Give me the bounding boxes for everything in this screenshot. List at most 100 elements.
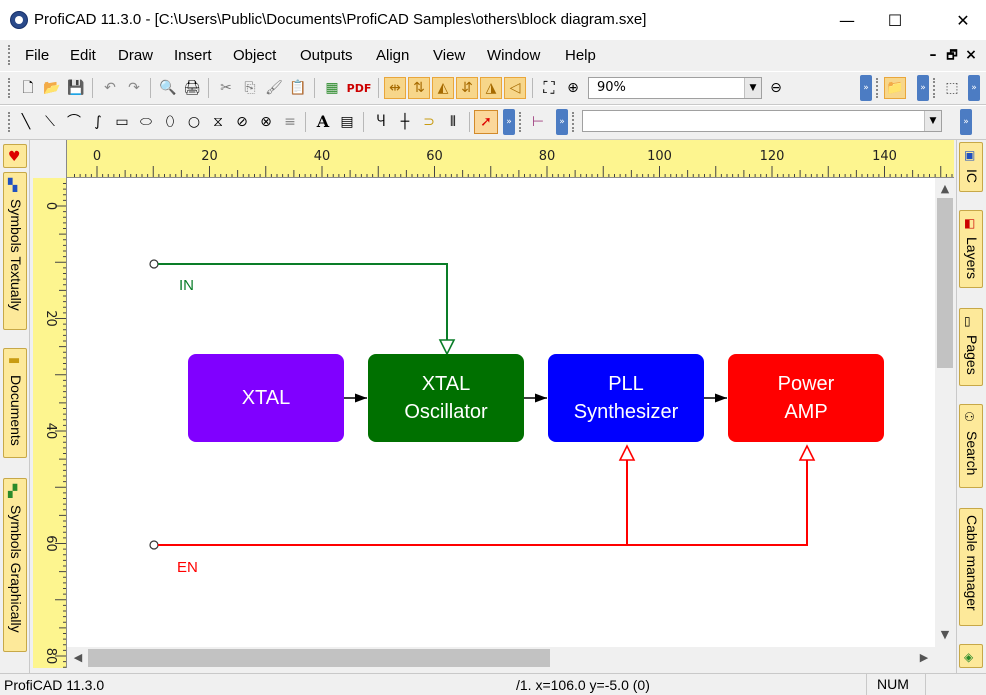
rotate-right-icon[interactable]: ⇵ xyxy=(456,77,478,99)
menu-insert[interactable]: Insert xyxy=(167,40,219,71)
zoom-out-icon[interactable]: ⊖ xyxy=(765,77,787,99)
horizontal-scroll-thumb[interactable] xyxy=(88,649,550,667)
toolbar-grip[interactable] xyxy=(8,78,12,98)
rotate-left-icon[interactable]: ◭ xyxy=(432,77,454,99)
tab-ic[interactable]: ▣ IC xyxy=(959,142,983,192)
close-button[interactable]: ✕ xyxy=(940,0,986,40)
print-icon[interactable]: 🖨 xyxy=(181,77,203,99)
documents-folder-icon[interactable]: 📁 xyxy=(884,77,906,99)
cut-icon[interactable]: ✂ xyxy=(215,77,237,99)
toolbar-grip[interactable] xyxy=(8,112,12,132)
toolbar-options-icon[interactable]: » xyxy=(556,109,568,135)
toolbar-options-icon[interactable]: » xyxy=(860,75,872,101)
drawing-canvas[interactable]: XTAL XTAL Oscillator PLL Synthesizer Pow… xyxy=(67,178,935,647)
minimize-button[interactable]: — xyxy=(824,0,870,40)
print-preview-icon[interactable]: 🔍 xyxy=(157,77,179,99)
toolbar-options-icon[interactable]: » xyxy=(917,75,929,101)
hourglass-tool-icon[interactable]: ⧖ xyxy=(207,111,229,133)
object-combo[interactable]: ▼ xyxy=(582,110,942,132)
zoom-fit-icon[interactable]: ⛶ xyxy=(538,77,560,99)
bus-tool-icon[interactable]: ⦀ xyxy=(442,111,464,133)
block-xtal-oscillator[interactable]: XTAL Oscillator xyxy=(368,354,524,442)
en-wire[interactable] xyxy=(149,444,816,550)
pie-tool-icon[interactable]: ⊘ xyxy=(231,111,253,133)
tab-symbols-graphically[interactable]: ▞ Symbols Graphically xyxy=(3,478,27,652)
en-label[interactable]: EN xyxy=(177,559,198,576)
circle-tool-icon[interactable]: ○ xyxy=(183,111,205,133)
toolbar-options-icon[interactable]: » xyxy=(968,75,980,101)
hatch-tool-icon[interactable]: ≡ xyxy=(279,111,301,133)
tab-search[interactable]: ⚇ Search xyxy=(959,404,983,488)
toolbar-grip[interactable] xyxy=(519,112,523,132)
zoom-combo[interactable]: 90% ▼ xyxy=(588,77,762,99)
mdi-minimize-button[interactable]: – xyxy=(924,44,942,66)
favorites-tab[interactable]: ♥ xyxy=(3,144,27,168)
menu-draw[interactable]: Draw xyxy=(111,40,160,71)
in-wire[interactable] xyxy=(149,259,456,356)
menu-file[interactable]: File xyxy=(18,40,56,71)
menu-window[interactable]: Window xyxy=(480,40,547,71)
tab-pages[interactable]: ▯ Pages xyxy=(959,308,983,386)
new-file-icon[interactable]: 🗋 xyxy=(17,77,39,99)
menu-outputs[interactable]: Outputs xyxy=(293,40,360,71)
dimension-tool-icon[interactable]: ⊢ xyxy=(527,111,549,133)
menu-object[interactable]: Object xyxy=(226,40,283,71)
toolbar-options-icon[interactable]: » xyxy=(960,109,972,135)
menu-help[interactable]: Help xyxy=(558,40,603,71)
format-painter-icon[interactable]: 🖌 xyxy=(263,77,285,99)
save-icon[interactable]: 💾 xyxy=(65,77,87,99)
menu-grip[interactable] xyxy=(8,45,12,65)
scroll-right-icon[interactable]: ▶ xyxy=(915,649,933,667)
toolbar-grip[interactable] xyxy=(572,112,576,132)
select-pointer-icon[interactable]: ➚ xyxy=(474,110,498,134)
rounded-rect-tool-icon[interactable]: ⬭ xyxy=(135,111,157,133)
flip-horizontal-icon[interactable]: ⇹ xyxy=(384,77,406,99)
chevron-down-icon[interactable]: ▼ xyxy=(744,78,761,98)
extra-tab[interactable]: ◈ xyxy=(959,644,983,668)
polyline-tool-icon[interactable]: ⟍ xyxy=(39,111,61,133)
mirror-left-icon[interactable]: ◁ xyxy=(504,77,526,99)
mdi-restore-button[interactable]: 🗗 xyxy=(943,44,961,66)
in-label[interactable]: IN xyxy=(179,277,194,294)
app-icon[interactable] xyxy=(10,11,28,29)
scroll-left-icon[interactable]: ◀ xyxy=(69,649,87,667)
tab-symbols-textually[interactable]: ▚ Symbols Textually xyxy=(3,172,27,330)
text-tool-icon[interactable]: A xyxy=(312,111,334,133)
chord-tool-icon[interactable]: ⊗ xyxy=(255,111,277,133)
maximize-button[interactable]: ☐ xyxy=(872,0,918,40)
redo-icon[interactable]: ↷ xyxy=(123,77,145,99)
undo-icon[interactable]: ↶ xyxy=(99,77,121,99)
toolbar-grip[interactable] xyxy=(876,78,880,98)
tab-documents[interactable]: ▬ Documents xyxy=(3,348,27,458)
scroll-up-icon[interactable]: ▲ xyxy=(936,180,954,198)
block-power-amp[interactable]: Power AMP xyxy=(728,354,884,442)
line-tool-icon[interactable]: ╲ xyxy=(15,111,37,133)
ellipse-tool-icon[interactable]: ⬯ xyxy=(159,111,181,133)
zoom-in-icon[interactable]: ⊕ xyxy=(562,77,584,99)
menu-edit[interactable]: Edit xyxy=(63,40,103,71)
mirror-up-icon[interactable]: ◮ xyxy=(480,77,502,99)
copy-icon[interactable]: ⎘ xyxy=(239,77,261,99)
toolbar-options-icon[interactable]: » xyxy=(503,109,515,135)
arc-tool-icon[interactable]: ⌒ xyxy=(63,111,85,133)
menu-view[interactable]: View xyxy=(426,40,472,71)
frame-tool-icon[interactable]: ⬚ xyxy=(941,77,963,99)
rectangle-tool-icon[interactable]: ▭ xyxy=(111,111,133,133)
toolbar-grip[interactable] xyxy=(933,78,937,98)
junction-tool-icon[interactable]: ┼ xyxy=(394,111,416,133)
tab-cable-manager[interactable]: Cable manager xyxy=(959,508,983,626)
mdi-close-button[interactable]: × xyxy=(962,44,980,66)
tab-layers[interactable]: ◧ Layers xyxy=(959,210,983,288)
wire-tool-icon[interactable]: Ⴗ xyxy=(370,111,392,133)
export-pdf-icon[interactable]: PDF xyxy=(345,77,373,99)
menu-align[interactable]: Align xyxy=(369,40,416,71)
export-image-icon[interactable]: ▦ xyxy=(321,77,343,99)
bezier-tool-icon[interactable]: ∫ xyxy=(87,111,109,133)
connector-tool-icon[interactable]: ⊃ xyxy=(418,111,440,133)
open-folder-icon[interactable]: 📂 xyxy=(41,77,63,99)
paste-icon[interactable]: 📋 xyxy=(287,77,309,99)
block-xtal[interactable]: XTAL xyxy=(188,354,344,442)
textbox-tool-icon[interactable]: ▤ xyxy=(336,111,358,133)
scroll-down-icon[interactable]: ▼ xyxy=(936,626,954,644)
flip-vertical-icon[interactable]: ⇅ xyxy=(408,77,430,99)
